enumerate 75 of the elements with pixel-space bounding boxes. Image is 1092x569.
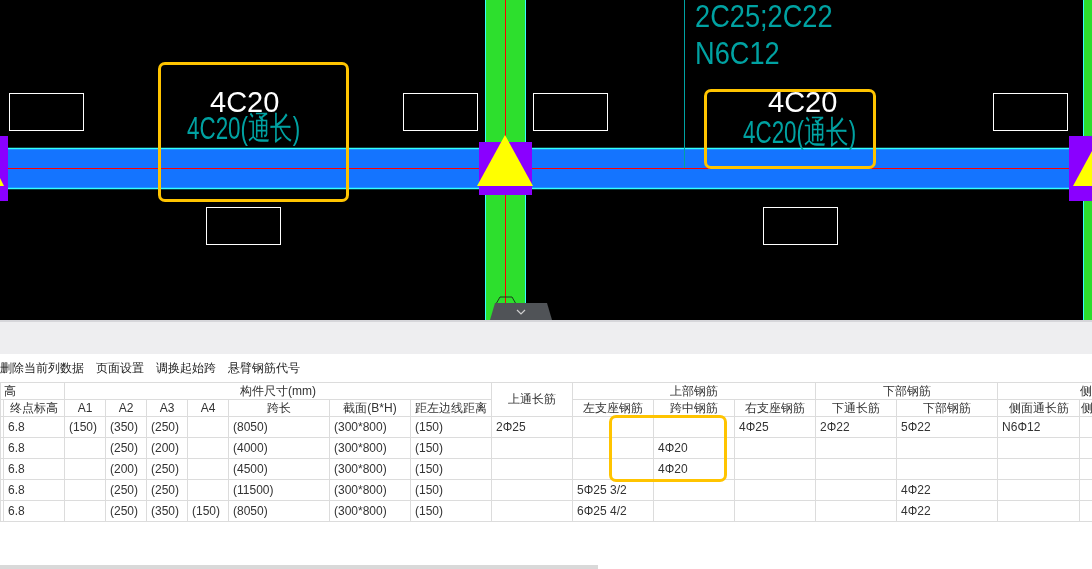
table-cell: 6Φ25 4/2 — [572, 500, 654, 522]
table-cell: (350) — [146, 500, 188, 522]
table-cell: 6.8 — [3, 437, 65, 459]
table-cell: (300*800) — [329, 479, 411, 501]
support-symbol — [477, 135, 533, 195]
column-header: 下部钢筋 — [896, 399, 998, 417]
toolbar-item[interactable]: 悬臂钢筋代号 — [228, 360, 300, 376]
rebar-annotation: 2C25;2C22 — [695, 0, 833, 32]
hexagon-outline-icon — [495, 296, 517, 304]
column-header: 右支座钢筋 — [734, 399, 816, 417]
table-cell: (300*800) — [329, 500, 411, 522]
chevron-down-icon — [516, 308, 526, 315]
collapse-button[interactable] — [490, 303, 552, 320]
toolbar-item[interactable]: 调换起始跨 — [156, 360, 216, 376]
table-cell: (250) — [146, 416, 188, 438]
table-cell: 4Φ25 — [734, 416, 816, 438]
table-cell: (8050) — [228, 500, 330, 522]
table-cell: 4Φ20 — [653, 437, 735, 459]
column-header: 侧 — [1079, 399, 1092, 417]
table-cell: (250) — [146, 458, 188, 480]
support-symbol — [1069, 136, 1092, 201]
column-header: 距左边线距离 — [410, 399, 492, 417]
table-cell: 6.8 — [3, 458, 65, 480]
table-cell: (250) — [105, 500, 147, 522]
toolbar-item[interactable]: 删除当前列数据 — [0, 360, 84, 376]
table-cell: (150) — [187, 500, 229, 522]
table-cell: (150) — [410, 500, 492, 522]
column-header: 下通长筋 — [815, 399, 897, 417]
table-cell: 4Φ22 — [896, 479, 998, 501]
table-cell: 2Φ22 — [815, 416, 897, 438]
table-cell: (200) — [146, 437, 188, 459]
column-group-header: 侧 — [997, 382, 1092, 400]
column-group-header: 上部钢筋 — [572, 382, 816, 400]
column-header: 终点标高 — [3, 399, 65, 417]
column-header: A4 — [187, 399, 229, 417]
column-header: A3 — [146, 399, 188, 417]
table-cell: (150) — [410, 458, 492, 480]
table-cell: (250) — [146, 479, 188, 501]
table-cell: (200) — [105, 458, 147, 480]
table-cell: (8050) — [228, 416, 330, 438]
table-cell: 6.8 — [3, 479, 65, 501]
column-header: A2 — [105, 399, 147, 417]
table-cell: 6.8 — [3, 500, 65, 522]
rebar-annotation: N6C12 — [695, 37, 780, 69]
table-cell: (150) — [410, 437, 492, 459]
table-cell: (4000) — [228, 437, 330, 459]
table-cell: (250) — [105, 437, 147, 459]
toolbar-item[interactable]: 页面设置 — [96, 360, 144, 376]
table-cell: (300*800) — [329, 416, 411, 438]
table-cell: (150) — [410, 416, 492, 438]
column-group-header: 下部钢筋 — [815, 382, 998, 400]
column-group-header: 构件尺寸(mm) — [64, 382, 492, 400]
table-cell: (150) — [410, 479, 492, 501]
column-group-header: 高 — [0, 382, 65, 400]
column-header: 上通长筋 — [491, 382, 573, 417]
horizontal-scrollbar[interactable] — [0, 565, 598, 569]
table-cell: 5Φ25 3/2 — [572, 479, 654, 501]
column-header: 跨长 — [228, 399, 330, 417]
column-header: 截面(B*H) — [329, 399, 411, 417]
table-cell: (150) — [64, 416, 106, 438]
table-cell: (300*800) — [329, 437, 411, 459]
table-cell: (350) — [105, 416, 147, 438]
table-cell: 5Φ22 — [896, 416, 998, 438]
table-cell: (11500) — [228, 479, 330, 501]
table-cell: (250) — [105, 479, 147, 501]
column-header: 左支座钢筋 — [572, 399, 654, 417]
column-header: 侧面通长筋 — [997, 399, 1080, 417]
support-symbol — [0, 136, 8, 201]
table-cell: (300*800) — [329, 458, 411, 480]
table-cell: 4Φ22 — [896, 500, 998, 522]
table-cell: N6Φ12 — [997, 416, 1080, 438]
column-header: A1 — [64, 399, 106, 417]
table-cell: 2Φ25 — [491, 416, 573, 438]
table-cell: 6.8 — [3, 416, 65, 438]
table-cell: (4500) — [228, 458, 330, 480]
